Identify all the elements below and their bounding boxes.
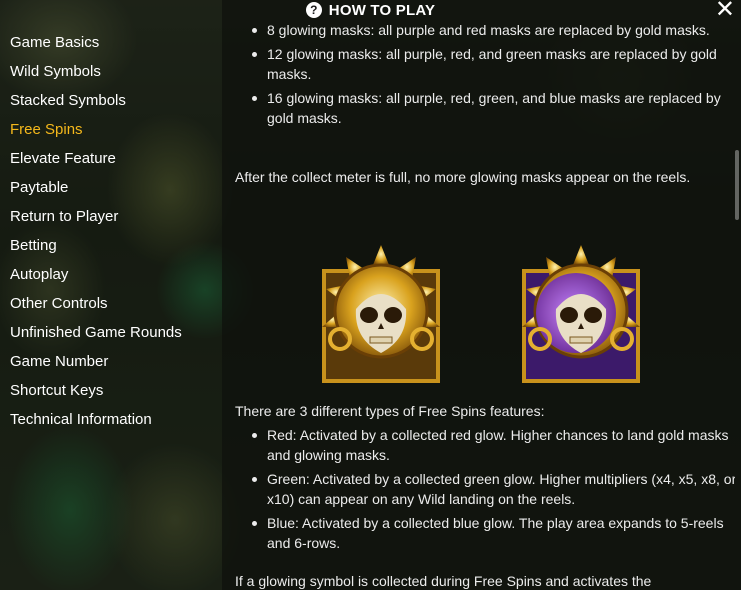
sidebar-item-wild-symbols[interactable]: Wild Symbols bbox=[10, 57, 182, 86]
sidebar-item-game-number[interactable]: Game Number bbox=[10, 347, 182, 376]
sidebar-item-paytable[interactable]: Paytable bbox=[10, 173, 182, 202]
list-item: 8 glowing masks: all purple and red mask… bbox=[250, 20, 735, 40]
gold-mask-symbol-icon bbox=[322, 245, 440, 383]
sidebar-item-betting[interactable]: Betting bbox=[10, 231, 182, 260]
purple-glowing-mask-symbol-icon bbox=[522, 245, 640, 383]
sidebar-item-game-basics[interactable]: Game Basics bbox=[10, 28, 182, 57]
sidebar-item-stacked-symbols[interactable]: Stacked Symbols bbox=[10, 86, 182, 115]
help-content[interactable]: 8 glowing masks: all purple and red mask… bbox=[235, 0, 735, 590]
sidebar-item-return-to-player[interactable]: Return to Player bbox=[10, 202, 182, 231]
types-intro: There are 3 different types of Free Spin… bbox=[235, 403, 545, 419]
sidebar-item-other-controls[interactable]: Other Controls bbox=[10, 289, 182, 318]
sidebar-item-shortcut-keys[interactable]: Shortcut Keys bbox=[10, 376, 182, 405]
sidebar-item-elevate-feature[interactable]: Elevate Feature bbox=[10, 144, 182, 173]
scrollbar[interactable] bbox=[735, 150, 739, 220]
list-item: Green: Activated by a collected green gl… bbox=[250, 469, 735, 509]
sidebar-item-technical-information[interactable]: Technical Information bbox=[10, 405, 182, 434]
symbol-row bbox=[316, 243, 646, 383]
list-item: Blue: Activated by a collected blue glow… bbox=[250, 513, 735, 553]
meter-paragraph: After the collect meter is full, no more… bbox=[235, 169, 691, 185]
list-item: 16 glowing masks: all purple, red, green… bbox=[250, 88, 735, 128]
trailing-paragraph: If a glowing symbol is collected during … bbox=[235, 573, 652, 589]
list-item: 12 glowing masks: all purple, red, and g… bbox=[250, 44, 735, 84]
sidebar-item-unfinished-game-rounds[interactable]: Unfinished Game Rounds bbox=[10, 318, 182, 347]
sidebar-nav: Game Basics Wild Symbols Stacked Symbols… bbox=[10, 28, 182, 434]
sidebar-item-free-spins[interactable]: Free Spins bbox=[10, 115, 182, 144]
mask-list: 8 glowing masks: all purple and red mask… bbox=[235, 20, 735, 132]
types-list: Red: Activated by a collected red glow. … bbox=[235, 425, 735, 557]
sidebar-item-autoplay[interactable]: Autoplay bbox=[10, 260, 182, 289]
list-item: Red: Activated by a collected red glow. … bbox=[250, 425, 735, 465]
